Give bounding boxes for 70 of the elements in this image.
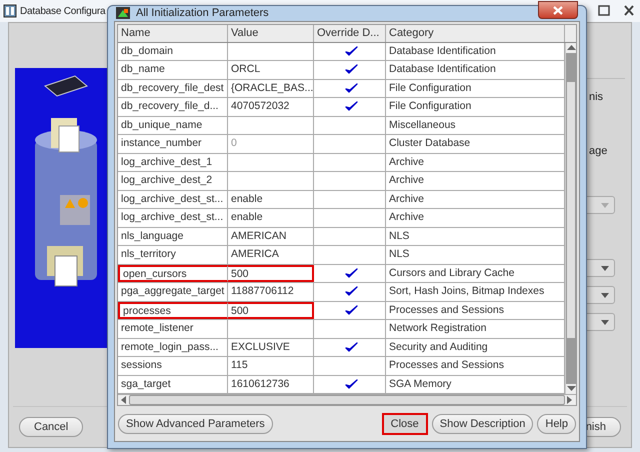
- table-cell: sga_target: [118, 376, 228, 393]
- table-cell: 115: [228, 357, 314, 374]
- description-text: age: [589, 145, 608, 157]
- close-button[interactable]: [538, 1, 578, 20]
- table-cell: db_name: [118, 61, 228, 78]
- scroll-down-icon[interactable]: [566, 386, 576, 392]
- close-icon: [553, 6, 563, 15]
- scroll-right-icon[interactable]: [567, 396, 573, 404]
- table-cell: 1610612736: [228, 376, 314, 393]
- dialog-button[interactable]: Show Description: [432, 414, 534, 434]
- maximize-icon[interactable]: [596, 4, 612, 18]
- column-header[interactable]: Category: [386, 24, 565, 42]
- table-cell: 500: [228, 302, 314, 319]
- checkmark-icon: [344, 82, 358, 94]
- column-header[interactable]: Override D...: [314, 24, 386, 42]
- table-cell: nls_territory: [118, 246, 228, 264]
- window-title: Database Configura: [20, 6, 106, 16]
- caret-icon: [601, 202, 609, 208]
- table-cell: remote_listener: [118, 320, 228, 338]
- table-cell: log_archive_dest_st...: [118, 190, 228, 208]
- table-cell: remote_login_pass...: [118, 338, 228, 356]
- table-cell: 11887706112: [228, 283, 314, 300]
- column-header[interactable]: Name: [118, 24, 228, 42]
- horizontal-scrollbar[interactable]: [118, 394, 576, 405]
- table-cell: pga_aggregate_target: [118, 283, 228, 300]
- checkmark-icon: [344, 378, 358, 390]
- dialog-title: All Initialization Parameters: [136, 7, 269, 20]
- table-cell: db_recovery_file_d...: [118, 98, 228, 116]
- table-cell: open_cursors: [118, 264, 228, 282]
- table-cell: 500: [228, 264, 314, 282]
- table-cell: enable: [228, 209, 314, 226]
- table-cell: db_recovery_file_dest: [118, 80, 228, 97]
- table-cell: db_unique_name: [118, 116, 228, 134]
- table-cell: log_archive_dest_2: [118, 172, 228, 190]
- column-header[interactable]: Value: [228, 24, 314, 42]
- checkmark-icon: [344, 304, 358, 316]
- table-cell: 4070572032: [228, 98, 314, 116]
- table-cell: processes: [118, 302, 228, 319]
- checkmark-icon: [344, 101, 358, 112]
- scroll-up-icon[interactable]: [566, 44, 576, 50]
- table-cell: EXCLUSIVE: [228, 338, 314, 356]
- checkmark-icon: [344, 286, 358, 298]
- caret-icon: [601, 266, 609, 270]
- app-icon: [116, 7, 130, 20]
- caret-icon: [601, 320, 609, 324]
- checkmark-icon: [344, 64, 358, 76]
- checkmark-icon: [344, 46, 358, 57]
- table-cell: AMERICA: [228, 246, 314, 264]
- table-cell: {ORACLE_BAS...: [228, 80, 314, 97]
- table-cell: sessions: [118, 357, 228, 374]
- dialog-button[interactable]: Help: [537, 414, 576, 434]
- description-text: nis: [589, 91, 604, 103]
- dialog-button[interactable]: Show Advanced Parameters: [118, 414, 273, 434]
- checkmark-icon: [344, 268, 358, 279]
- vertical-scrollbar[interactable]: [565, 42, 576, 394]
- scroll-left-icon[interactable]: [121, 396, 127, 404]
- table-cell: instance_number: [118, 135, 228, 152]
- table-cell: nls_language: [118, 228, 228, 245]
- checkmark-icon: [344, 342, 358, 353]
- caret-icon: [601, 292, 609, 298]
- dialog-button[interactable]: Close: [382, 413, 428, 435]
- table-cell: db_domain: [118, 42, 228, 60]
- app-icon: [3, 4, 17, 18]
- table-cell: 0: [228, 135, 314, 152]
- table-cell: log_archive_dest_st...: [118, 209, 228, 226]
- table-cell: AMERICAN: [228, 228, 314, 245]
- table-cell: log_archive_dest_1: [118, 154, 228, 171]
- cancel-button[interactable]: Cancel: [19, 417, 84, 437]
- table-cell: ORCL: [228, 61, 314, 78]
- table-cell: enable: [228, 190, 314, 208]
